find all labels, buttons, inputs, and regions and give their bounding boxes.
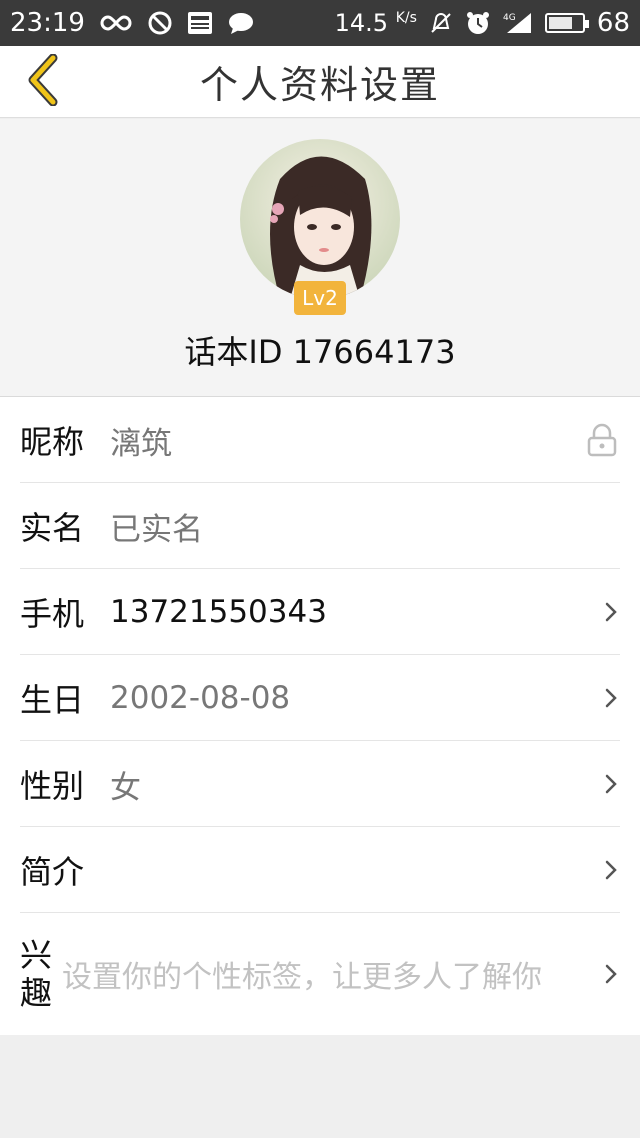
nickname-value: 漓筑 bbox=[110, 425, 172, 462]
bio-label: 简介 bbox=[20, 853, 85, 891]
settings-list: 昵称 漓筑 实名 已实名 手机 13721550343 生日 2002-08-0… bbox=[0, 397, 640, 1035]
network-speed: 14.5 K/s bbox=[334, 9, 417, 37]
gender-row[interactable]: 性别 女 bbox=[0, 741, 640, 827]
bio-row[interactable]: 简介 bbox=[0, 827, 640, 913]
chevron-right-icon bbox=[602, 686, 620, 710]
mute-icon bbox=[429, 11, 453, 35]
realname-row[interactable]: 实名 已实名 bbox=[0, 483, 640, 569]
gender-label: 性别 bbox=[20, 767, 85, 805]
phone-value: 13721550343 bbox=[110, 594, 327, 630]
chevron-right-icon bbox=[602, 858, 620, 882]
back-button[interactable] bbox=[14, 53, 70, 110]
block-icon bbox=[147, 10, 173, 36]
svg-text:4G: 4G bbox=[503, 13, 516, 23]
birthday-label: 生日 bbox=[20, 681, 85, 719]
user-id: 话本ID 17664173 bbox=[184, 333, 456, 371]
chat-icon bbox=[227, 11, 255, 35]
nickname-row[interactable]: 昵称 漓筑 bbox=[0, 397, 640, 483]
realname-value: 已实名 bbox=[110, 511, 203, 548]
realname-label: 实名 bbox=[20, 509, 85, 547]
gender-value: 女 bbox=[110, 769, 141, 806]
status-time: 23:19 bbox=[10, 8, 85, 38]
infinity-icon bbox=[99, 13, 133, 33]
profile-section: Lv2 话本ID 17664173 bbox=[0, 119, 640, 397]
nickname-label: 昵称 bbox=[20, 423, 85, 461]
page-title: 个人资料设置 bbox=[199, 63, 440, 107]
chevron-left-icon bbox=[25, 53, 59, 110]
birthday-value: 2002-08-08 bbox=[110, 680, 291, 716]
battery-percent: 68 bbox=[596, 8, 630, 38]
birthday-row[interactable]: 生日 2002-08-08 bbox=[0, 655, 640, 741]
status-bar: 23:19 14.5 K/s 4G 68 bbox=[0, 0, 640, 46]
chevron-right-icon bbox=[602, 600, 620, 624]
phone-label: 手机 bbox=[20, 595, 85, 633]
avatar[interactable] bbox=[240, 139, 400, 299]
signal-icon: 4G bbox=[503, 11, 533, 35]
news-icon bbox=[187, 11, 213, 35]
chevron-right-icon bbox=[602, 772, 620, 796]
battery-icon bbox=[544, 13, 589, 33]
chevron-right-icon bbox=[602, 962, 620, 986]
interests-row[interactable]: 兴趣 设置你的个性标签，让更多人了解你 bbox=[0, 913, 640, 1035]
alarm-icon bbox=[465, 10, 491, 36]
level-badge: Lv2 bbox=[294, 281, 346, 315]
lock-icon bbox=[586, 423, 618, 457]
header: 个人资料设置 bbox=[0, 46, 640, 118]
interests-placeholder: 设置你的个性标签，让更多人了解你 bbox=[62, 960, 542, 995]
interests-label: 兴趣 bbox=[20, 936, 53, 1012]
phone-row[interactable]: 手机 13721550343 bbox=[0, 569, 640, 655]
